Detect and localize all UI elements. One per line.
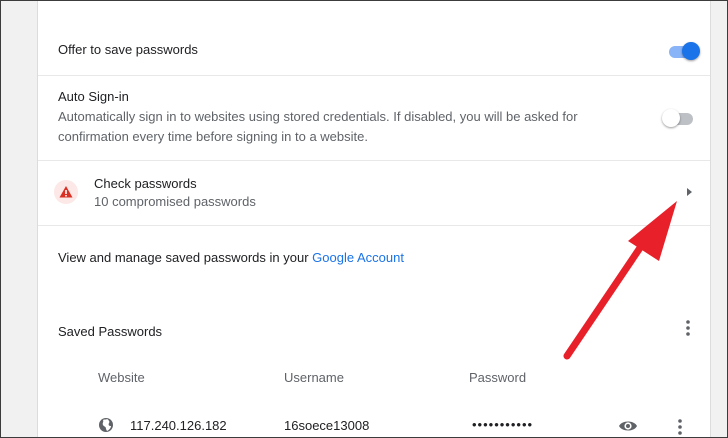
check-passwords-row[interactable]: Check passwords 10 compromised passwords bbox=[38, 161, 710, 226]
more-vert-icon[interactable] bbox=[672, 417, 688, 437]
warning-badge bbox=[54, 180, 78, 204]
more-vert-icon[interactable] bbox=[680, 318, 696, 338]
auto-signin-description-line1: Automatically sign in to websites using … bbox=[58, 109, 578, 124]
auto-signin-description: Automatically sign in to websites using … bbox=[58, 107, 648, 147]
saved-passwords-columns: Website Username Password bbox=[38, 361, 710, 397]
manage-row: View and manage saved passwords in your … bbox=[38, 226, 710, 286]
column-website: Website bbox=[98, 370, 145, 385]
toggle-knob bbox=[682, 42, 700, 60]
column-password: Password bbox=[469, 370, 527, 385]
passwords-settings-card: Offer to save passwords Auto Sign-in Aut… bbox=[37, 1, 711, 437]
compromised-count: 10 compromised passwords bbox=[94, 194, 256, 209]
auto-signin-label: Auto Sign-in bbox=[58, 89, 129, 104]
auto-signin-row: Auto Sign-in Automatically sign in to we… bbox=[38, 76, 710, 161]
eye-icon[interactable] bbox=[618, 419, 638, 433]
toggle-knob bbox=[662, 109, 680, 127]
saved-passwords-title: Saved Passwords bbox=[58, 324, 163, 339]
screenshot-frame: Offer to save passwords Auto Sign-in Aut… bbox=[0, 0, 728, 438]
chevron-right-icon[interactable] bbox=[684, 187, 694, 197]
check-passwords-label: Check passwords bbox=[94, 176, 197, 191]
saved-passwords-header: Saved Passwords bbox=[38, 306, 710, 346]
manage-prefix: View and manage saved passwords in your bbox=[58, 250, 313, 265]
warning-triangle-icon bbox=[59, 186, 73, 198]
column-username: Username bbox=[284, 370, 344, 385]
google-account-link[interactable]: Google Account bbox=[312, 250, 404, 265]
entry-username: 16soece13008 bbox=[284, 418, 370, 433]
offer-save-row: Offer to save passwords bbox=[38, 1, 710, 76]
entry-password: ••••••••••• bbox=[472, 417, 534, 432]
auto-signin-toggle[interactable] bbox=[662, 108, 696, 128]
manage-text: View and manage saved passwords in your … bbox=[58, 250, 404, 265]
globe-icon bbox=[99, 418, 113, 432]
offer-save-label: Offer to save passwords bbox=[58, 42, 198, 57]
auto-signin-description-line2: confirmation every time before signing i… bbox=[58, 129, 368, 144]
offer-save-toggle[interactable] bbox=[666, 41, 700, 61]
password-entry-row: 117.240.126.182 16soece13008 ••••••••••• bbox=[38, 409, 710, 437]
entry-website: 117.240.126.182 bbox=[130, 418, 227, 433]
